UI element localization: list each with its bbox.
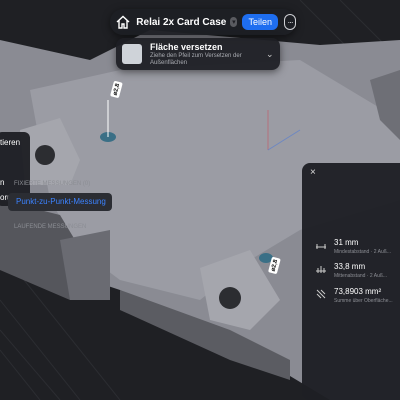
measurement-value: 33,8 mm — [334, 262, 366, 271]
context-menu-item[interactable]: tieren — [0, 138, 28, 147]
measurement-item[interactable]: 33,8 mm Mittenabstand · 2 Auß... — [316, 262, 400, 286]
document-title[interactable]: Relai 2x Card Case — [136, 17, 226, 28]
measurement-item[interactable]: 31 mm Mindestabstand · 2 Auß... — [316, 238, 400, 262]
measurement-value: 73,8903 mm² — [334, 287, 382, 296]
home-button[interactable] — [116, 12, 130, 32]
measurement-desc: Mittenabstand · 2 Auß... — [334, 273, 388, 279]
close-icon[interactable]: × — [310, 167, 316, 178]
running-measurements-header: LAUFENDE MESSUNGEN — [14, 224, 87, 230]
center-distance-icon — [316, 266, 326, 273]
tool-hint-subtitle: Ziehe den Pfeil zum Versetzen der Außenf… — [150, 52, 242, 66]
tool-hint: Fläche versetzen Ziehe den Pfeil zum Ver… — [116, 38, 280, 70]
area-icon — [316, 289, 326, 299]
fixed-measurement-label: Punkt-zu-Punkt-Messung — [16, 197, 106, 206]
offset-face-icon — [122, 44, 142, 64]
measurement-item[interactable]: 73,8903 mm² Summe über Oberfläche... — [316, 287, 400, 311]
fixed-measurement-item[interactable]: Punkt-zu-Punkt-Messung — [8, 193, 112, 211]
more-button[interactable]: ··· — [284, 14, 296, 30]
chevron-down-icon[interactable]: ▾ — [230, 17, 238, 27]
home-icon — [116, 15, 130, 29]
fixed-measurements-header: FIXIERTE MESSUNGEN (0) — [14, 181, 91, 187]
tool-hint-title: Fläche versetzen — [150, 41, 223, 52]
measurement-desc: Summe über Oberfläche... — [334, 298, 393, 304]
distance-icon — [316, 244, 326, 249]
top-toolbar: Relai 2x Card Case ▾ Teilen ··· — [110, 9, 296, 35]
chevron-down-icon[interactable]: ⌄ — [266, 49, 274, 60]
measurement-desc: Mindestabstand · 2 Auß... — [334, 249, 391, 255]
measurement-value: 31 mm — [334, 238, 359, 247]
share-button[interactable]: Teilen — [242, 14, 278, 30]
